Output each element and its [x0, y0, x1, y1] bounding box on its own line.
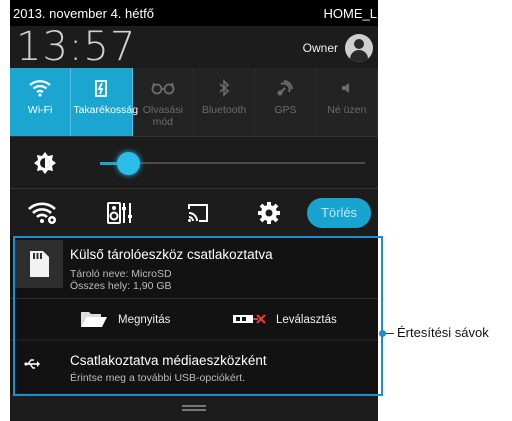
toggle-reading-mode[interactable]: Olvasási mód [133, 68, 194, 136]
speaker-icon [317, 76, 377, 100]
wifi-icon [10, 76, 70, 100]
clear-all-button[interactable]: Törlés [307, 198, 371, 228]
toggle-bluetooth[interactable]: Bluetooth [194, 68, 256, 136]
status-bar: 2013. november 4. hétfő HOME_LIN [10, 0, 378, 26]
gps-icon [255, 76, 315, 100]
bluetooth-icon [194, 76, 254, 100]
avatar[interactable] [345, 34, 373, 62]
reading-glasses-icon [133, 76, 193, 100]
toggle-power-saver[interactable]: Takarékosság [71, 68, 139, 136]
shortcut-row: Törlés [10, 188, 378, 236]
brightness-track[interactable] [130, 162, 365, 164]
screen-cast-icon[interactable] [186, 201, 210, 230]
brightness-slider-handle[interactable] [117, 152, 140, 175]
drag-handle[interactable] [10, 393, 378, 421]
callout-label: Értesítési sávok [397, 325, 489, 340]
toggle-wifi[interactable]: Wi-Fi [10, 68, 72, 136]
clock-header: 13:57 Owner [10, 24, 378, 70]
clock-time: 13:57 [16, 24, 137, 70]
brightness-row [10, 136, 378, 188]
power-saver-icon [71, 76, 131, 100]
toggle-label: Takarékosság [73, 104, 139, 116]
status-date: 2013. november 4. hétfő [13, 6, 154, 21]
gear-icon[interactable] [257, 201, 281, 230]
quick-settings-row: Wi-Fi Takarékosság Olvasási mód Bluetoot… [10, 68, 378, 136]
toggle-label: Wi-Fi [27, 104, 53, 116]
toggle-label: GPS [274, 104, 297, 116]
network-name: HOME_LIN [323, 6, 378, 21]
callout-dot [379, 330, 386, 337]
handle-line [182, 405, 206, 407]
toggle-label: Olvasási mód [142, 104, 183, 128]
toggle-notifications[interactable]: Né üzen [317, 68, 378, 136]
brightness-icon [33, 151, 57, 180]
toggle-label: Né üzen [327, 104, 367, 116]
handle-line [182, 409, 206, 411]
notification-area-highlight [13, 236, 383, 396]
wifi-settings-icon[interactable] [28, 201, 58, 230]
audio-settings-icon[interactable] [106, 201, 136, 230]
toggle-label: Bluetooth [201, 104, 247, 116]
user-name[interactable]: Owner [303, 41, 338, 55]
toggle-gps[interactable]: GPS [255, 68, 317, 136]
